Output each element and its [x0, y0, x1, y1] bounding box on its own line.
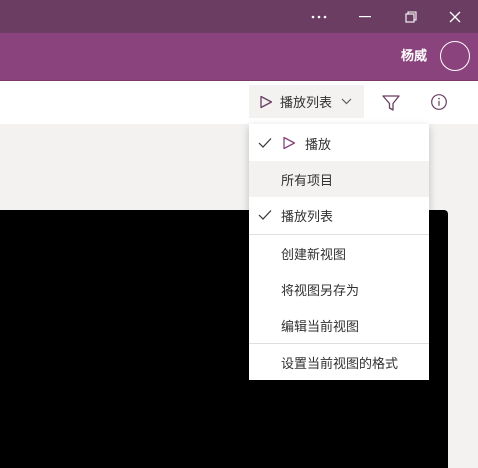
minimize-icon — [359, 15, 371, 17]
restore-icon — [405, 10, 417, 23]
menu-item-format-view[interactable]: 设置当前视图的格式 — [249, 344, 429, 380]
filter-button[interactable] — [381, 93, 403, 115]
menu-item-edit-view[interactable]: 编辑当前视图 — [249, 307, 429, 343]
menu-item-playlist[interactable]: 播放列表 — [249, 197, 429, 233]
checkmark-icon — [258, 138, 272, 148]
info-button[interactable] — [430, 93, 450, 113]
filter-icon — [382, 95, 400, 111]
info-icon — [431, 94, 447, 110]
menu-item-create-view[interactable]: 创建新视图 — [249, 235, 429, 271]
play-icon — [260, 95, 273, 108]
app-header: 杨威 — [0, 33, 478, 81]
close-button[interactable] — [432, 0, 478, 33]
user-name: 杨威 — [400, 49, 427, 64]
view-selector-label: 播放列表 — [280, 96, 333, 111]
menu-item-play[interactable]: 播放 — [249, 125, 429, 161]
menu-item-label: 编辑当前视图 — [281, 319, 360, 335]
menu-item-label: 创建新视图 — [281, 247, 347, 263]
menu-item-label: 播放列表 — [281, 209, 334, 225]
menu-item-label: 设置当前视图的格式 — [281, 356, 399, 372]
command-bar: 播放列表 — [0, 81, 478, 124]
view-selector-button[interactable]: 播放列表 — [249, 85, 364, 118]
menu-item-all-items[interactable]: 所有项目 — [249, 161, 429, 197]
restore-button[interactable] — [388, 0, 434, 33]
chevron-down-icon — [341, 98, 352, 105]
play-icon — [283, 136, 296, 150]
menu-item-label: 播放 — [305, 137, 332, 153]
avatar[interactable] — [440, 41, 470, 71]
title-bar — [0, 0, 478, 33]
view-menu: 播放 所有项目 播放列表 创建新视图 将视图另存为 编辑当前视图 设置当前视图的… — [249, 124, 429, 380]
menu-item-save-view-as[interactable]: 将视图另存为 — [249, 271, 429, 307]
checkmark-icon — [258, 210, 272, 220]
menu-item-label: 所有项目 — [281, 173, 334, 189]
close-icon — [449, 11, 461, 22]
minimize-button[interactable] — [342, 0, 388, 33]
menu-item-label: 将视图另存为 — [281, 283, 360, 299]
ellipsis-icon — [311, 15, 327, 18]
more-options-button[interactable] — [296, 0, 342, 33]
